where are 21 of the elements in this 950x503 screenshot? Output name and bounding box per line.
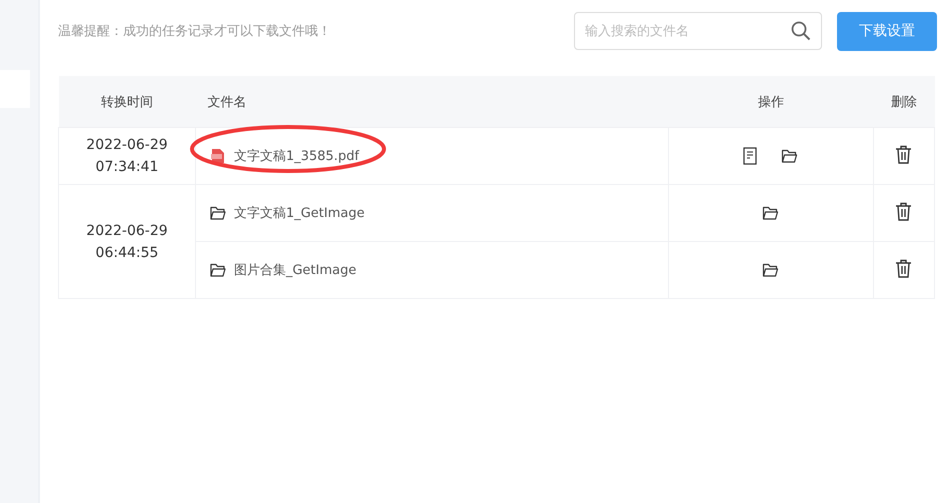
column-header: 操作 [668,76,874,128]
document-icon[interactable] [743,147,758,165]
search-field[interactable]: 输入搜索的文件名 [574,12,822,50]
trash-icon[interactable] [895,202,912,220]
column-header: 文件名 [195,76,669,128]
file-name[interactable]: 图片合集_GetImage [234,261,356,279]
folder-icon [210,206,226,220]
column-header: 转换时间 [58,76,196,128]
folder-icon[interactable] [781,149,798,163]
folder-icon[interactable] [762,263,780,277]
search-icon[interactable] [791,21,811,41]
hint-text: 温馨提醒：成功的任务记录才可以下载文件哦！ [58,23,332,40]
folder-icon [210,263,226,277]
trash-icon[interactable] [895,144,912,164]
file-name[interactable]: 文字文稿1_GetImage [234,204,365,222]
column-header: 删除 [873,76,934,128]
table-cell: 2022-06-29 07:34:41 [58,128,196,184]
table-cell: 2022-06-29 06:44:55 [58,184,196,298]
trash-icon[interactable] [895,258,912,278]
folder-icon[interactable] [762,206,780,220]
pdf-file-icon [210,148,226,164]
